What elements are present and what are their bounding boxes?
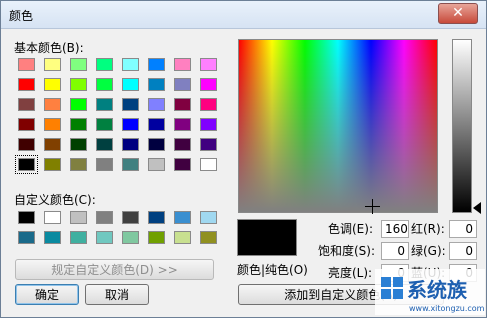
custom-color-swatch[interactable] [44,231,61,244]
basic-color-swatch[interactable] [70,98,87,111]
basic-color-swatch[interactable] [18,78,35,91]
basic-color-swatch[interactable] [122,158,139,171]
custom-color-swatch[interactable] [174,211,191,224]
basic-color-swatch[interactable] [148,158,165,171]
basic-color-swatch[interactable] [70,118,87,131]
custom-color-swatch[interactable] [200,231,217,244]
basic-color-swatch[interactable] [122,58,139,71]
green-label: 绿(G): [411,244,446,258]
basic-color-swatch[interactable] [174,138,191,151]
basic-color-swatch[interactable] [148,118,165,131]
color-solid-label[interactable]: 颜色|纯色(O) [237,261,308,278]
custom-color-swatch[interactable] [122,211,139,224]
basic-color-swatch[interactable] [174,78,191,91]
custom-color-swatch[interactable] [122,231,139,244]
define-custom-colors-button[interactable]: 规定自定义颜色(D) >> [15,259,214,280]
watermark-logo: 系统族 www.xitongzu.com [375,269,485,315]
hue-input[interactable]: 160 [381,220,409,238]
basic-color-swatch[interactable] [148,58,165,71]
basic-color-swatch[interactable] [18,138,35,151]
custom-color-swatch[interactable] [148,211,165,224]
custom-color-swatch[interactable] [18,211,35,224]
luminance-arrow-icon[interactable] [473,202,481,214]
basic-colors-label: 基本颜色(B): [14,41,84,55]
custom-color-swatch[interactable] [70,211,87,224]
custom-color-swatch[interactable] [44,211,61,224]
basic-color-swatch[interactable] [174,118,191,131]
basic-color-swatch[interactable] [174,158,191,171]
red-input[interactable]: 0 [449,220,477,238]
basic-color-swatch[interactable] [44,98,61,111]
window-title: 颜色 [9,9,34,23]
basic-color-swatch[interactable] [18,58,35,71]
custom-color-swatch[interactable] [200,211,217,224]
basic-color-swatch[interactable] [96,158,113,171]
basic-color-swatch[interactable] [44,78,61,91]
crosshair-icon[interactable] [365,199,380,214]
custom-color-swatch[interactable] [70,231,87,244]
basic-color-swatch[interactable] [96,78,113,91]
basic-color-swatch[interactable] [200,58,217,71]
basic-color-swatch[interactable] [122,118,139,131]
basic-color-swatch[interactable] [200,158,217,171]
custom-color-swatch[interactable] [96,231,113,244]
basic-color-swatch[interactable] [44,118,61,131]
color-preview [237,219,297,256]
saturation-input[interactable]: 0 [381,242,409,260]
red-label: 红(R): [411,222,445,236]
hue-label: 色调(E): [328,222,373,236]
basic-color-swatch[interactable] [70,58,87,71]
color-dialog: 颜色 ✕ 基本颜色(B): 自定义颜色(C): 规定自定义颜色(D) >> 确定… [0,0,487,318]
custom-color-swatch[interactable] [174,231,191,244]
cancel-button[interactable]: 取消 [85,284,149,305]
basic-color-swatch[interactable] [44,138,61,151]
color-spectrum[interactable] [238,39,438,213]
basic-color-swatch[interactable] [200,138,217,151]
basic-color-swatch[interactable] [200,78,217,91]
basic-color-swatch[interactable] [122,78,139,91]
ok-button[interactable]: 确定 [15,284,79,305]
basic-color-swatch[interactable] [200,118,217,131]
custom-color-swatch[interactable] [148,231,165,244]
basic-color-swatch[interactable] [18,118,35,131]
basic-color-swatch[interactable] [44,58,61,71]
basic-color-swatch[interactable] [96,98,113,111]
custom-color-swatch[interactable] [18,231,35,244]
basic-color-swatch[interactable] [174,58,191,71]
title-bar: 颜色 ✕ [1,1,486,29]
basic-color-swatch[interactable] [122,98,139,111]
basic-color-swatch[interactable] [148,138,165,151]
basic-color-swatch[interactable] [96,138,113,151]
basic-color-swatch[interactable] [70,138,87,151]
basic-color-swatch[interactable] [148,98,165,111]
luminance-label: 亮度(L): [328,266,373,280]
basic-color-swatch[interactable] [96,118,113,131]
custom-color-swatch[interactable] [96,211,113,224]
custom-colors-label: 自定义颜色(C): [14,193,96,207]
basic-color-swatch[interactable] [70,158,87,171]
basic-color-swatch[interactable] [18,98,35,111]
basic-color-swatch[interactable] [44,158,61,171]
basic-color-swatch[interactable] [15,155,38,174]
basic-color-swatch[interactable] [200,98,217,111]
watermark-text: 系统族 [407,278,468,302]
close-button[interactable]: ✕ [438,3,478,24]
watermark-url: www.xitongzu.com [409,304,485,313]
basic-color-swatch[interactable] [148,78,165,91]
green-input[interactable]: 0 [449,242,477,260]
basic-color-swatch[interactable] [96,58,113,71]
saturation-label: 饱和度(S): [318,244,376,258]
basic-color-swatch[interactable] [174,98,191,111]
basic-color-swatch[interactable] [122,138,139,151]
basic-color-swatch[interactable] [70,78,87,91]
luminance-slider[interactable] [452,39,472,213]
